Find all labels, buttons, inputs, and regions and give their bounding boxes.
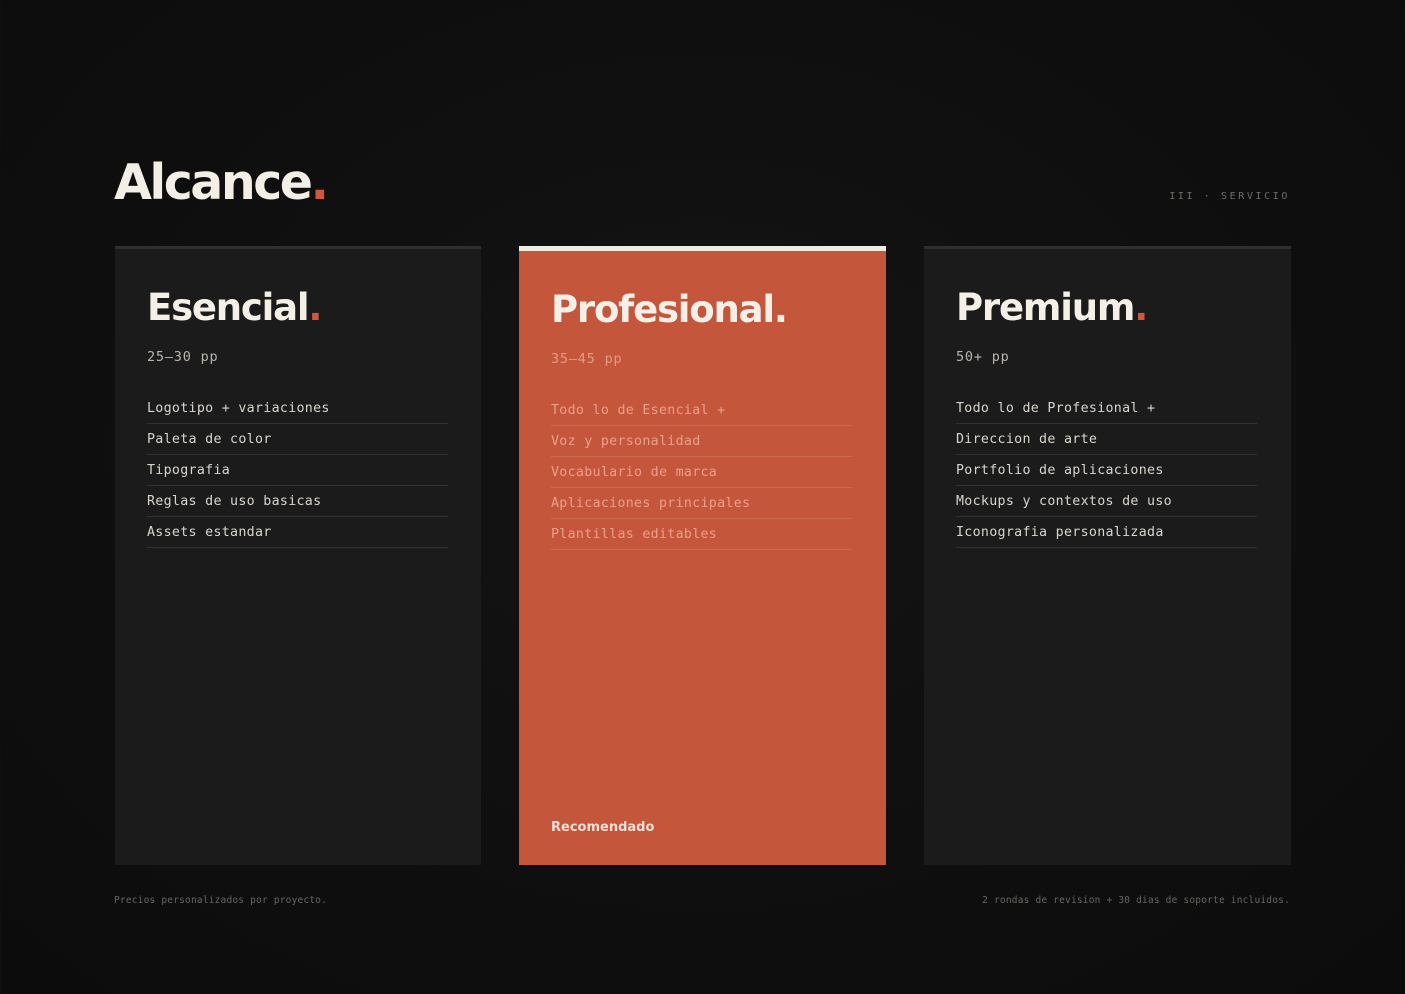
feature-item: Vocabulario de marca	[551, 458, 852, 488]
feature-item: Paleta de color	[147, 425, 448, 455]
plan-feature-list: Logotipo + variaciones Paleta de color T…	[147, 394, 448, 549]
recommended-badge: Recomendado	[551, 820, 655, 835]
feature-item: Tipografia	[147, 456, 448, 486]
plan-feature-list: Todo lo de Esencial + Voz y personalidad…	[551, 396, 852, 551]
plan-title: Premium.	[956, 281, 1148, 335]
footer-support-note: 2 rondas de revision + 30 dias de soport…	[982, 895, 1290, 906]
feature-item: Portfolio de aplicaciones	[956, 456, 1257, 486]
plan-title: Esencial.	[147, 281, 322, 335]
plan-card-esencial: Esencial. 25–30 pp Logotipo + variacione…	[115, 246, 481, 865]
plan-title-dot: .	[773, 288, 788, 331]
plan-title-dot: .	[308, 286, 322, 329]
plan-title-text: Premium	[956, 286, 1135, 329]
feature-item: Aplicaciones principales	[551, 489, 852, 519]
page-title-text: Alcance	[114, 154, 313, 211]
footer-pricing-note: Precios personalizados por proyecto.	[114, 895, 328, 906]
feature-item: Logotipo + variaciones	[147, 394, 448, 424]
plan-title: Profesional.	[551, 283, 788, 337]
feature-item: Plantillas editables	[551, 520, 852, 550]
feature-item: Assets estandar	[147, 518, 448, 548]
section-tag: III · SERVICIO	[1169, 191, 1290, 202]
feature-item: Mockups y contextos de uso	[956, 487, 1257, 517]
feature-item: Todo lo de Esencial +	[551, 396, 852, 426]
feature-item: Direccion de arte	[956, 425, 1257, 455]
plan-title-dot: .	[1134, 286, 1148, 329]
plan-card-premium: Premium. 50+ pp Todo lo de Profesional +…	[924, 246, 1291, 865]
page-title: Alcance.	[114, 150, 330, 216]
feature-item: Todo lo de Profesional +	[956, 394, 1257, 424]
page-title-dot: .	[310, 154, 330, 211]
plan-page-count: 25–30 pp	[147, 349, 219, 365]
plan-card-profesional: Profesional. 35–45 pp Todo lo de Esencia…	[519, 246, 886, 865]
plan-title-text: Profesional	[551, 288, 775, 331]
feature-item: Voz y personalidad	[551, 427, 852, 457]
plan-page-count: 50+ pp	[956, 349, 1010, 365]
plan-title-text: Esencial	[147, 286, 310, 329]
feature-item: Reglas de uso basicas	[147, 487, 448, 517]
feature-item: Iconografia personalizada	[956, 518, 1257, 548]
plan-feature-list: Todo lo de Profesional + Direccion de ar…	[956, 394, 1257, 549]
plan-page-count: 35–45 pp	[551, 351, 623, 367]
